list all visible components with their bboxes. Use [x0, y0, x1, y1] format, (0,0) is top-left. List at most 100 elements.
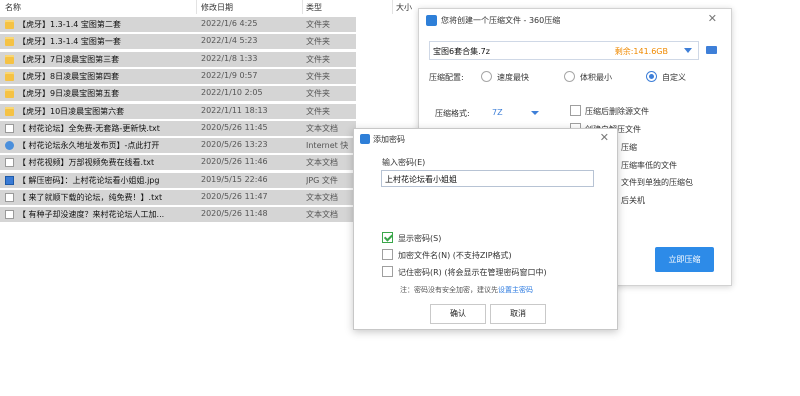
column-header: 名称 修改日期 类型 大小	[0, 0, 420, 14]
text-file-icon	[5, 193, 14, 202]
chevron-down-icon[interactable]	[531, 111, 539, 115]
folder-icon	[5, 71, 14, 81]
config-label: 压缩配置:	[429, 73, 464, 82]
format-label: 压缩格式:	[435, 109, 470, 118]
file-type: 文件夹	[306, 37, 330, 47]
file-date: 2020/5/26 11:48	[201, 209, 268, 219]
file-name: 【虎牙】9日凌晨宝图第五套	[18, 89, 120, 99]
folder-icon	[5, 20, 14, 29]
set-master-password-link[interactable]: 设置主密码	[498, 286, 533, 294]
option-encrypt-filenames[interactable]: 加密文件名(N) (不支持ZIP格式)	[398, 250, 512, 261]
file-type: 文件夹	[306, 106, 330, 116]
file-name: 【 解压密码】：上村花论坛看小姐姐.jpg	[18, 175, 160, 185]
option-remember-password[interactable]: 记住密码(R) (将会显示在管理密码窗口中)	[398, 267, 547, 278]
output-path-field[interactable]: 宝图6套合集.7z 剩余:141.6GB	[429, 41, 699, 60]
cancel-button[interactable]: 取消	[490, 304, 546, 324]
file-row[interactable]: 【虎牙】10日凌晨宝图第六套 2022/1/11 18:13 文件夹	[0, 103, 356, 119]
column-date[interactable]: 修改日期	[201, 2, 233, 13]
file-date: 2022/1/8 1:33	[201, 53, 258, 63]
file-type: 文本文档	[306, 193, 338, 202]
file-name: 【虎牙】1.3-1.4 宝图第一套	[18, 37, 121, 47]
compress-now-button[interactable]: 立即压缩	[655, 247, 714, 272]
file-name: 【虎牙】10日凌晨宝图第六套	[18, 106, 125, 116]
image-file-icon	[5, 175, 14, 185]
file-row[interactable]: 【虎牙】9日凌晨宝图第五套 2022/1/10 2:05 文件夹	[0, 86, 356, 102]
chevron-down-icon[interactable]	[684, 48, 692, 53]
file-date: 2020/5/26 11:46	[201, 157, 268, 167]
file-row[interactable]: 【 来了就顺下载的论坛，纯免费！】.txt 2020/5/26 11:47 文本文档	[0, 190, 356, 205]
option-partial-6[interactable]: 后关机	[621, 195, 645, 206]
file-type: 文本文档	[306, 210, 338, 220]
text-file-icon	[5, 158, 14, 168]
browse-folder-button[interactable]	[704, 42, 719, 57]
checkbox-delete-source[interactable]	[570, 105, 581, 116]
text-file-icon	[5, 123, 14, 133]
option-partial-5[interactable]: 文件到单独的压缩包	[621, 177, 693, 188]
column-size[interactable]: 大小	[396, 2, 412, 13]
file-row[interactable]: 【 有种子却没速度？来村花论坛人工加... 2020/5/26 11:48 文本文档	[0, 207, 356, 223]
file-name: 【 村花论坛永久地址发布页】-点此打开	[18, 141, 160, 151]
column-name[interactable]: 名称	[5, 2, 21, 13]
option-show-password[interactable]: 显示密码(S)	[398, 233, 441, 244]
file-type: 文件夹	[306, 54, 330, 64]
file-row[interactable]: 【虎牙】7日凌晨宝图第三套 2022/1/8 1:33 文件夹	[0, 51, 356, 67]
file-name: 【虎牙】7日凌晨宝图第三套	[18, 54, 120, 64]
free-space-label: 剩余:141.6GB	[614, 47, 668, 56]
file-date: 2020/5/26 11:47	[201, 192, 268, 201]
file-type: 文件夹	[306, 20, 330, 29]
file-name: 【 村花视频】万部视频免费在线看.txt	[18, 158, 155, 168]
ok-button[interactable]: 确认	[430, 304, 486, 324]
add-password-dialog: 添加密码 ✕ 输入密码(E) 上村花论坛看小姐姐 显示密码(S) 加密文件名(N…	[353, 128, 618, 330]
column-divider[interactable]	[392, 0, 393, 14]
app-logo-icon	[426, 15, 437, 26]
folder-icon	[706, 46, 717, 54]
folder-icon	[5, 54, 14, 64]
file-row[interactable]: 【 村花论坛永久地址发布页】-点此打开 2020/5/26 13:23 Intern…	[0, 138, 356, 154]
file-row[interactable]: 【虎牙】1.3-1.4 宝图第二套 2022/1/6 4:25 文件夹	[0, 17, 356, 32]
file-name: 【 来了就顺下载的论坛，纯免费！】.txt	[18, 193, 163, 202]
column-type[interactable]: 类型	[306, 2, 322, 13]
radio-smallest-label[interactable]: 体积最小	[580, 72, 612, 83]
file-name: 【 有种子却没速度？来村花论坛人工加...	[18, 210, 165, 220]
radio-smallest[interactable]	[564, 71, 575, 82]
column-divider[interactable]	[302, 0, 303, 14]
app-logo-icon	[360, 134, 370, 144]
radio-custom[interactable]	[646, 71, 657, 82]
file-type: 文件夹	[306, 71, 330, 81]
option-delete-source[interactable]: 压缩后删除源文件	[585, 106, 649, 117]
file-date: 2022/1/6 4:25	[201, 19, 258, 28]
close-icon[interactable]: ✕	[708, 12, 717, 25]
file-type: 文件夹	[306, 89, 330, 99]
close-icon[interactable]: ✕	[600, 131, 609, 144]
checkbox-show-password[interactable]	[382, 232, 393, 243]
column-divider[interactable]	[196, 0, 197, 14]
file-date: 2022/1/9 0:57	[201, 70, 258, 80]
option-partial-3[interactable]: 压缩	[621, 142, 637, 153]
file-date: 2020/5/26 13:23	[201, 140, 268, 150]
password-input[interactable]: 上村花论坛看小姐姐	[381, 170, 594, 187]
file-row[interactable]: 【 村花论坛】全免费-无套路-更新快.txt 2020/5/26 11:45 文本文…	[0, 120, 356, 136]
dialog-title: 您将创建一个压缩文件 - 360压缩	[441, 16, 561, 25]
file-row[interactable]: 【虎牙】1.3-1.4 宝图第一套 2022/1/4 5:23 文件夹	[0, 34, 356, 50]
file-date: 2020/5/26 11:45	[201, 122, 268, 132]
file-date: 2022/1/11 18:13	[201, 105, 268, 115]
option-partial-4[interactable]: 压缩率低的文件	[621, 160, 677, 171]
dialog-title: 添加密码	[373, 135, 405, 144]
folder-icon	[5, 106, 14, 116]
archive-filename[interactable]: 宝图6套合集.7z	[433, 46, 490, 57]
file-name: 【虎牙】8日凌晨宝图第四套	[18, 71, 120, 81]
file-type: Internet 快	[306, 141, 349, 151]
checkbox-encrypt-filenames[interactable]	[382, 249, 393, 260]
radio-fastest-label[interactable]: 速度最快	[497, 72, 529, 83]
text-file-icon	[5, 210, 14, 220]
checkbox-remember-password[interactable]	[382, 266, 393, 277]
radio-custom-label[interactable]: 自定义	[662, 72, 686, 83]
file-name: 【 村花论坛】全免费-无套路-更新快.txt	[18, 123, 160, 133]
file-row[interactable]: 【 解压密码】：上村花论坛看小姐姐.jpg 2019/5/15 22:46 JPG …	[0, 172, 356, 188]
radio-fastest[interactable]	[481, 71, 492, 82]
file-name: 【虎牙】1.3-1.4 宝图第二套	[18, 20, 121, 29]
format-select[interactable]: 7Z	[492, 108, 503, 117]
file-row[interactable]: 【虎牙】8日凌晨宝图第四套 2022/1/9 0:57 文件夹	[0, 68, 356, 84]
security-note-text: 注：密码没有安全加密，建议先	[400, 286, 498, 294]
file-row[interactable]: 【 村花视频】万部视频免费在线看.txt 2020/5/26 11:46 文本文档	[0, 155, 356, 171]
